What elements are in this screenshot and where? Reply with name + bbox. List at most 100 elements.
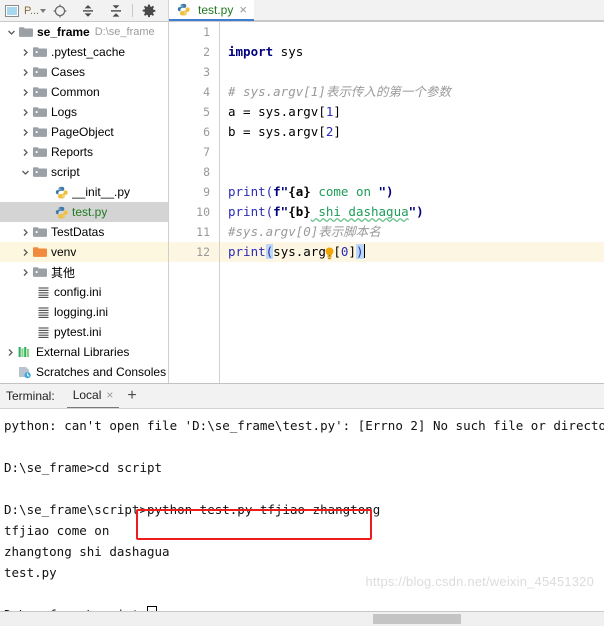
keyword-import: import <box>228 44 274 59</box>
code-line-5: a = sys.argv[1] <box>220 102 604 122</box>
tree-item-label: Common <box>51 85 100 99</box>
ini-file-icon <box>35 306 51 319</box>
close-icon[interactable]: × <box>237 3 247 16</box>
chevron-down-icon[interactable] <box>18 168 32 177</box>
watermark: https://blog.csdn.net/weixin_45451320 <box>365 574 594 589</box>
assign-a-tail: ] <box>333 104 341 119</box>
tree-item-venv[interactable]: venv <box>0 242 168 262</box>
project-select[interactable]: P... <box>24 4 47 17</box>
line-number: 7 <box>203 145 210 159</box>
tree-item-scratches-and-consoles[interactable]: Scratches and Consoles <box>0 362 168 382</box>
tree-item-logs[interactable]: Logs <box>0 102 168 122</box>
python-file-icon <box>175 3 191 16</box>
libraries-icon <box>17 346 33 358</box>
tree-item-label: Logs <box>51 105 78 119</box>
tree-item-label: pytest.ini <box>54 325 102 339</box>
chevron-right-icon[interactable] <box>18 248 32 257</box>
project-select-label: P... <box>24 4 40 17</box>
folder-icon <box>32 66 48 78</box>
text-caret <box>363 244 365 258</box>
chevron-right-icon[interactable] <box>18 108 32 117</box>
terminal-tab-local[interactable]: Local × <box>66 384 120 409</box>
tree-item-external-libraries[interactable]: External Libraries <box>0 342 168 362</box>
tree-item-label: Scratches and Consoles <box>36 365 166 379</box>
tree-item-pytest-ini[interactable]: pytest.ini <box>0 322 168 342</box>
tree-item-script[interactable]: script <box>0 162 168 182</box>
chevron-right-icon[interactable] <box>18 48 32 57</box>
horizontal-scrollbar-thumb[interactable] <box>373 614 461 624</box>
editor-gutter[interactable]: 1 2 3 4 5 6 7 8 9 10 11 12 <box>169 22 220 383</box>
tree-item-path: D:\se_frame <box>94 26 155 38</box>
tree-item-cases[interactable]: Cases <box>0 62 168 82</box>
chevron-right-icon[interactable] <box>18 68 32 77</box>
tab-test-py[interactable]: test.py × <box>169 0 254 21</box>
comment-text: #sys.argv[0]表示脚本名 <box>228 224 381 239</box>
top-toolbar: P... test.py × <box>0 0 604 22</box>
tree-item-label: script <box>51 165 80 179</box>
scratches-icon <box>17 366 33 379</box>
code-line-9: print(f"{a} come on ") <box>220 182 604 202</box>
line-number: 1 <box>203 25 210 39</box>
tree-item-se-frame[interactable]: se_frame D:\se_frame <box>0 22 168 42</box>
tree-item-config-ini[interactable]: config.ini <box>0 282 168 302</box>
code-line-11: #sys.argv[0]表示脚本名 <box>220 222 604 260</box>
project-view-button[interactable] <box>0 0 24 21</box>
tree-item-qita[interactable]: 其他 <box>0 262 168 282</box>
terminal-prompt-line: D:\se_frame\script> <box>4 604 604 611</box>
code-text-area[interactable]: import sys # sys.argv[1]表示传入的第一个参数 a = s… <box>220 22 604 383</box>
tree-item-test-py[interactable]: test.py <box>0 202 168 222</box>
expand-all-button[interactable] <box>74 0 102 21</box>
terminal-line: zhangtong shi dashagua <box>4 544 170 559</box>
chevron-right-icon[interactable] <box>18 128 32 137</box>
assign-b-tail: ] <box>333 124 341 139</box>
chevron-right-icon[interactable] <box>3 348 17 357</box>
line-number: 8 <box>203 165 210 179</box>
tree-item-reports[interactable]: Reports <box>0 142 168 162</box>
collapse-all-button[interactable] <box>102 0 130 21</box>
chevron-down-icon[interactable] <box>4 28 18 37</box>
terminal-output[interactable]: python: can't open file 'D:\se_frame\tes… <box>0 408 604 611</box>
tab-label: test.py <box>198 2 234 17</box>
folder-orange-icon <box>32 246 48 258</box>
tree-item-logging-ini[interactable]: logging.ini <box>0 302 168 322</box>
tree-item-label: se_frame <box>37 25 90 39</box>
locate-target-button[interactable] <box>46 0 74 21</box>
tree-item-init-py[interactable]: __init__.py <box>0 182 168 202</box>
project-tree[interactable]: se_frame D:\se_frame .pytest_cache Cases… <box>0 22 169 383</box>
comment-text: # sys.argv[1]表示传入的第一个参数 <box>228 84 451 99</box>
close-icon[interactable]: × <box>106 388 113 402</box>
add-terminal-button[interactable]: + <box>119 388 144 404</box>
terminal-tab-label: Local <box>72 388 102 402</box>
line-number: 5 <box>203 105 210 119</box>
tree-item-common[interactable]: Common <box>0 82 168 102</box>
chevron-right-icon[interactable] <box>18 88 32 97</box>
line-number: 4 <box>203 85 210 99</box>
folder-icon <box>32 146 48 158</box>
status-bar <box>0 611 604 626</box>
code-editor[interactable]: 1 2 3 4 5 6 7 8 9 10 11 12 import sys # … <box>169 22 604 383</box>
terminal-title: Terminal: <box>6 389 55 403</box>
tree-item-pytest-cache[interactable]: .pytest_cache <box>0 42 168 62</box>
tree-item-label: 其他 <box>51 265 76 280</box>
line-number-current: 12 <box>169 242 219 262</box>
chevron-right-icon[interactable] <box>18 228 32 237</box>
chevron-right-icon[interactable] <box>18 148 32 157</box>
tree-item-pageobject[interactable]: PageObject <box>0 122 168 142</box>
terminal-line: D:\se_frame>cd script <box>4 460 163 475</box>
code-line-2: import sys <box>220 42 604 62</box>
tree-item-label: External Libraries <box>36 345 130 359</box>
ide-window: P... test.py × se_frame D:\se_frame .pyt… <box>0 0 604 626</box>
chevron-right-icon[interactable] <box>18 268 32 277</box>
print-call-tail: ") <box>378 184 394 199</box>
folder-icon <box>32 86 48 98</box>
settings-gear-button[interactable] <box>135 0 163 21</box>
tree-item-testdatas[interactable]: TestDatas <box>0 222 168 242</box>
print-call-head: print( <box>228 204 274 219</box>
fstring-prefix: f" <box>273 204 289 219</box>
intention-bulb-icon[interactable] <box>234 226 334 260</box>
toolbar-divider <box>132 4 134 17</box>
string-content: shi dashagua <box>310 204 409 219</box>
tree-item-label: venv <box>51 245 77 259</box>
